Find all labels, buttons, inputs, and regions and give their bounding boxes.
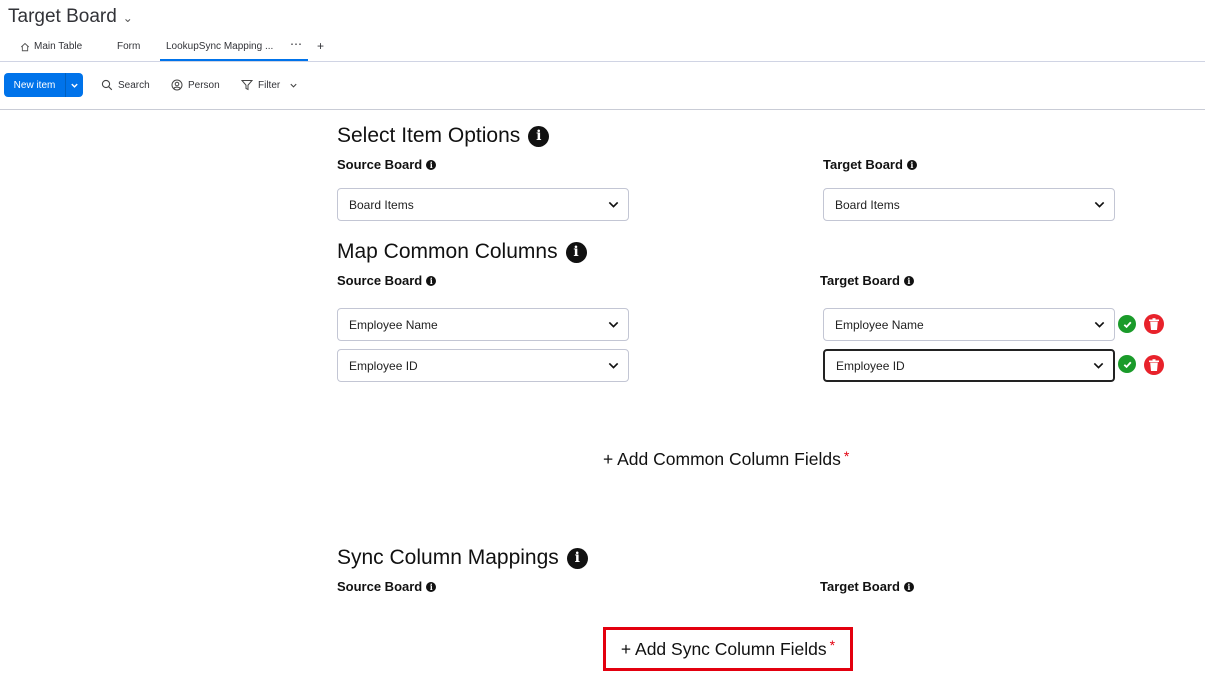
info-icon[interactable]: i bbox=[426, 581, 437, 592]
target-board-label: Target Board i bbox=[820, 273, 914, 288]
source-board-label: Source Board i bbox=[337, 157, 437, 172]
add-view-button[interactable]: + bbox=[317, 39, 324, 53]
chevron-down-icon[interactable] bbox=[66, 73, 83, 97]
home-icon bbox=[20, 42, 30, 51]
target-column-select[interactable]: Employee Name bbox=[823, 308, 1115, 341]
person-filter-button[interactable]: Person bbox=[171, 79, 220, 91]
confirm-check-icon[interactable] bbox=[1118, 355, 1136, 373]
select-value: Employee Name bbox=[349, 317, 438, 332]
toolbar: New item Search Person Filter bbox=[0, 62, 1205, 110]
chevron-down-icon[interactable]: ⌄ bbox=[123, 11, 133, 25]
person-icon bbox=[171, 79, 183, 91]
view-tabs: Main Table Form LookupSync Mapping ... ⋯… bbox=[0, 34, 1205, 62]
info-icon[interactable]: i bbox=[566, 547, 588, 569]
chevron-down-icon bbox=[608, 362, 619, 369]
info-icon[interactable]: i bbox=[426, 275, 437, 286]
filter-label: Filter bbox=[258, 79, 281, 91]
person-label: Person bbox=[188, 79, 220, 91]
tab-more-icon[interactable]: ⋯ bbox=[290, 37, 303, 51]
chevron-down-icon bbox=[1094, 321, 1105, 328]
chevron-down-icon[interactable] bbox=[289, 81, 298, 90]
search-button[interactable]: Search bbox=[101, 79, 150, 91]
map-common-columns-title: Map Common Columns i bbox=[337, 240, 587, 264]
required-mark: * bbox=[829, 637, 836, 653]
tab-main-table[interactable]: Main Table bbox=[20, 41, 82, 52]
chevron-down-icon bbox=[608, 201, 619, 208]
select-item-options-title: Select Item Options i bbox=[337, 124, 550, 148]
search-label: Search bbox=[118, 79, 150, 91]
tab-label: Form bbox=[117, 41, 141, 52]
filter-icon bbox=[241, 80, 253, 91]
select-value: Employee ID bbox=[349, 358, 418, 373]
select-value: Employee ID bbox=[836, 358, 905, 373]
confirm-check-icon[interactable] bbox=[1118, 315, 1136, 333]
target-board-label: Target Board i bbox=[823, 157, 917, 172]
delete-trash-icon[interactable] bbox=[1144, 314, 1164, 334]
chevron-down-icon bbox=[1094, 201, 1105, 208]
chevron-down-icon bbox=[1093, 362, 1104, 369]
filter-button[interactable]: Filter bbox=[241, 79, 298, 91]
source-board-item-select[interactable]: Board Items bbox=[337, 188, 629, 221]
select-value: Board Items bbox=[349, 197, 414, 212]
target-board-item-select[interactable]: Board Items bbox=[823, 188, 1115, 221]
select-value: Employee Name bbox=[835, 317, 924, 332]
info-icon[interactable]: i bbox=[528, 125, 550, 147]
info-icon[interactable]: i bbox=[903, 581, 914, 592]
new-item-button[interactable]: New item bbox=[4, 73, 83, 97]
source-column-select[interactable]: Employee ID bbox=[337, 349, 629, 382]
target-board-label: Target Board i bbox=[820, 579, 914, 594]
tab-label: Main Table bbox=[34, 41, 83, 52]
chevron-down-icon bbox=[608, 321, 619, 328]
add-sync-column-fields-button[interactable]: + Add Sync Column Fields * bbox=[603, 627, 853, 671]
search-icon bbox=[101, 79, 113, 91]
required-mark: * bbox=[843, 448, 850, 464]
add-common-column-fields-button[interactable]: + Add Common Column Fields * bbox=[603, 449, 849, 470]
source-column-select[interactable]: Employee Name bbox=[337, 308, 629, 341]
new-item-label[interactable]: New item bbox=[4, 73, 66, 97]
tab-label: LookupSync Mapping ... bbox=[166, 41, 274, 52]
add-common-label: + Add Common Column Fields bbox=[603, 449, 841, 469]
source-board-label: Source Board i bbox=[337, 579, 437, 594]
sync-column-mappings-title: Sync Column Mappings i bbox=[337, 546, 588, 570]
target-column-select[interactable]: Employee ID bbox=[823, 349, 1115, 382]
add-sync-label: + Add Sync Column Fields bbox=[620, 638, 827, 659]
info-icon[interactable]: i bbox=[906, 159, 917, 170]
board-title-text: Target Board bbox=[8, 6, 117, 27]
select-value: Board Items bbox=[835, 197, 900, 212]
board-title[interactable]: Target Board ⌄ bbox=[8, 6, 133, 28]
tab-form[interactable]: Form bbox=[117, 41, 140, 52]
info-icon[interactable]: i bbox=[903, 275, 914, 286]
info-icon[interactable]: i bbox=[426, 159, 437, 170]
tab-lookupsync-mapping[interactable]: LookupSync Mapping ... bbox=[160, 41, 308, 61]
delete-trash-icon[interactable] bbox=[1144, 355, 1164, 375]
info-icon[interactable]: i bbox=[565, 241, 587, 263]
source-board-label: Source Board i bbox=[337, 273, 437, 288]
